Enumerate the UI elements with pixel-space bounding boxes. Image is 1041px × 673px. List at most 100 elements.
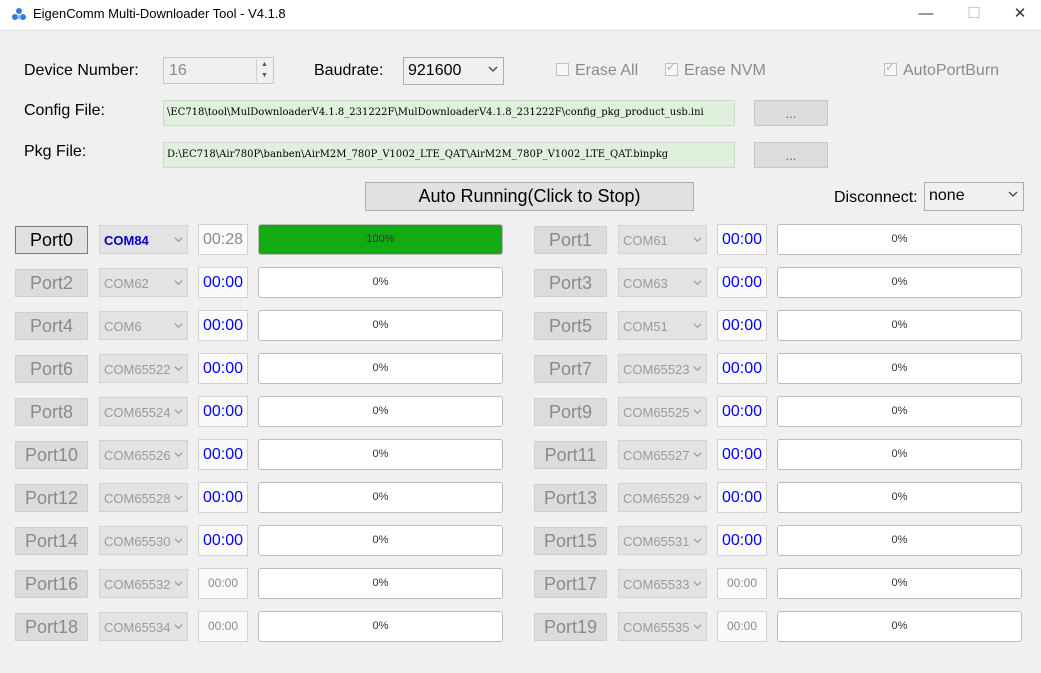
com-port-select[interactable]: COM65525 (618, 397, 707, 426)
progress-percent: 0% (372, 448, 389, 460)
progress-bar: 0% (777, 439, 1022, 470)
port-button[interactable]: Port1 (534, 226, 607, 254)
com-port-select[interactable]: COM65522 (99, 354, 188, 383)
port-button[interactable]: Port15 (534, 527, 607, 555)
port-button[interactable]: Port17 (534, 570, 607, 598)
progress-percent: 0% (891, 405, 908, 417)
baudrate-select[interactable]: 921600 (403, 57, 504, 85)
title-bar: EigenComm Multi-Downloader Tool - V4.1.8… (0, 0, 1041, 30)
port-button[interactable]: Port19 (534, 613, 607, 641)
config-file-path[interactable]: \EC718\tool\MulDownloaderV4.1.8_231222F\… (163, 100, 735, 126)
erase-all-checkbox[interactable]: Erase All (556, 62, 638, 80)
pkg-file-path[interactable]: D:\EC718\Air780P\banben\AirM2M_780P_V100… (163, 142, 735, 168)
progress-percent: 0% (372, 362, 389, 374)
com-port-select[interactable]: COM65529 (618, 483, 707, 512)
progress-bar: 0% (258, 611, 503, 642)
port-button[interactable]: Port3 (534, 269, 607, 297)
maximize-button[interactable]: ☐ (951, 0, 997, 30)
spin-down-icon[interactable]: ▼ (257, 70, 272, 81)
port-button[interactable]: Port0 (15, 226, 88, 254)
device-number-value: 16 (169, 62, 187, 79)
com-port-select[interactable]: COM65533 (618, 569, 707, 598)
com-port-select[interactable]: COM62 (99, 268, 188, 297)
com-port-select[interactable]: COM51 (618, 311, 707, 340)
progress-bar: 0% (258, 310, 503, 341)
com-port-value: COM65527 (623, 448, 690, 463)
check-icon: ✓ (666, 60, 677, 74)
progress-bar: 0% (258, 353, 503, 384)
close-button[interactable]: ✕ (997, 0, 1041, 30)
port-button[interactable]: Port8 (15, 398, 88, 426)
port-button[interactable]: Port12 (15, 484, 88, 512)
port-button[interactable]: Port10 (15, 441, 88, 469)
port-button[interactable]: Port9 (534, 398, 607, 426)
port-button[interactable]: Port7 (534, 355, 607, 383)
progress-percent: 0% (891, 276, 908, 288)
progress-percent: 0% (372, 491, 389, 503)
progress-percent: 0% (372, 405, 389, 417)
progress-bar: 0% (258, 267, 503, 298)
com-port-select[interactable]: COM84 (99, 225, 188, 254)
autoportburn-label: AutoPortBurn (903, 62, 1000, 79)
chevron-down-icon (174, 280, 183, 286)
progress-percent: 0% (891, 491, 908, 503)
autoportburn-checkbox[interactable]: ✓ AutoPortBurn (884, 60, 1000, 80)
elapsed-time: 00:00 (717, 267, 767, 298)
elapsed-time: 00:00 (717, 396, 767, 427)
disconnect-select[interactable]: none (924, 182, 1024, 211)
port-button[interactable]: Port2 (15, 269, 88, 297)
com-port-select[interactable]: COM6 (99, 311, 188, 340)
progress-percent: 0% (891, 577, 908, 589)
port-button[interactable]: Port13 (534, 484, 607, 512)
port-button[interactable]: Port6 (15, 355, 88, 383)
com-port-select[interactable]: COM65535 (618, 612, 707, 641)
disconnect-label: Disconnect: (834, 189, 918, 206)
progress-bar: 0% (258, 482, 503, 513)
port-button[interactable]: Port16 (15, 570, 88, 598)
com-port-select[interactable]: COM61 (618, 225, 707, 254)
elapsed-time: 00:00 (717, 224, 767, 255)
progress-percent: 0% (891, 319, 908, 331)
com-port-select[interactable]: COM65531 (618, 526, 707, 555)
com-port-value: COM63 (623, 276, 668, 291)
baudrate-label: Baudrate: (314, 62, 384, 79)
com-port-select[interactable]: COM63 (618, 268, 707, 297)
com-port-select[interactable]: COM65532 (99, 569, 188, 598)
erase-nvm-checkbox[interactable]: ✓ Erase NVM (665, 60, 766, 80)
com-port-select[interactable]: COM65523 (618, 354, 707, 383)
port-button[interactable]: Port11 (534, 441, 607, 469)
progress-bar: 0% (777, 611, 1022, 642)
progress-bar: 0% (258, 396, 503, 427)
com-port-select[interactable]: COM65528 (99, 483, 188, 512)
baudrate-value: 921600 (408, 62, 462, 79)
device-number-label: Device Number: (24, 62, 139, 79)
chevron-down-icon (174, 581, 183, 587)
elapsed-time: 00:00 (717, 568, 767, 599)
com-port-value: COM65522 (104, 362, 171, 377)
pkg-file-label: Pkg File: (24, 143, 87, 160)
eigencomm-logo-icon (12, 8, 26, 20)
com-port-select[interactable]: COM65534 (99, 612, 188, 641)
minimize-button[interactable]: — (903, 0, 949, 30)
progress-percent: 0% (891, 233, 908, 245)
checkbox-box: ✓ (884, 60, 897, 76)
chevron-down-icon (488, 66, 498, 72)
pkg-browse-button[interactable]: ... (754, 142, 828, 168)
com-port-select[interactable]: COM65526 (99, 440, 188, 469)
spin-up-icon[interactable]: ▲ (257, 59, 272, 70)
port-button[interactable]: Port5 (534, 312, 607, 340)
config-browse-button[interactable]: ... (754, 100, 828, 126)
port-button[interactable]: Port18 (15, 613, 88, 641)
com-port-select[interactable]: COM65530 (99, 526, 188, 555)
port-button[interactable]: Port4 (15, 312, 88, 340)
com-port-value: COM65526 (104, 448, 171, 463)
elapsed-time: 00:00 (198, 267, 248, 298)
chevron-down-icon (693, 581, 702, 587)
device-number-spinner[interactable]: 16 ▲ ▼ (163, 57, 274, 84)
port-button[interactable]: Port14 (15, 527, 88, 555)
com-port-value: COM65528 (104, 491, 171, 506)
com-port-select[interactable]: COM65524 (99, 397, 188, 426)
elapsed-time: 00:00 (717, 482, 767, 513)
auto-running-button[interactable]: Auto Running(Click to Stop) (365, 182, 694, 211)
com-port-select[interactable]: COM65527 (618, 440, 707, 469)
